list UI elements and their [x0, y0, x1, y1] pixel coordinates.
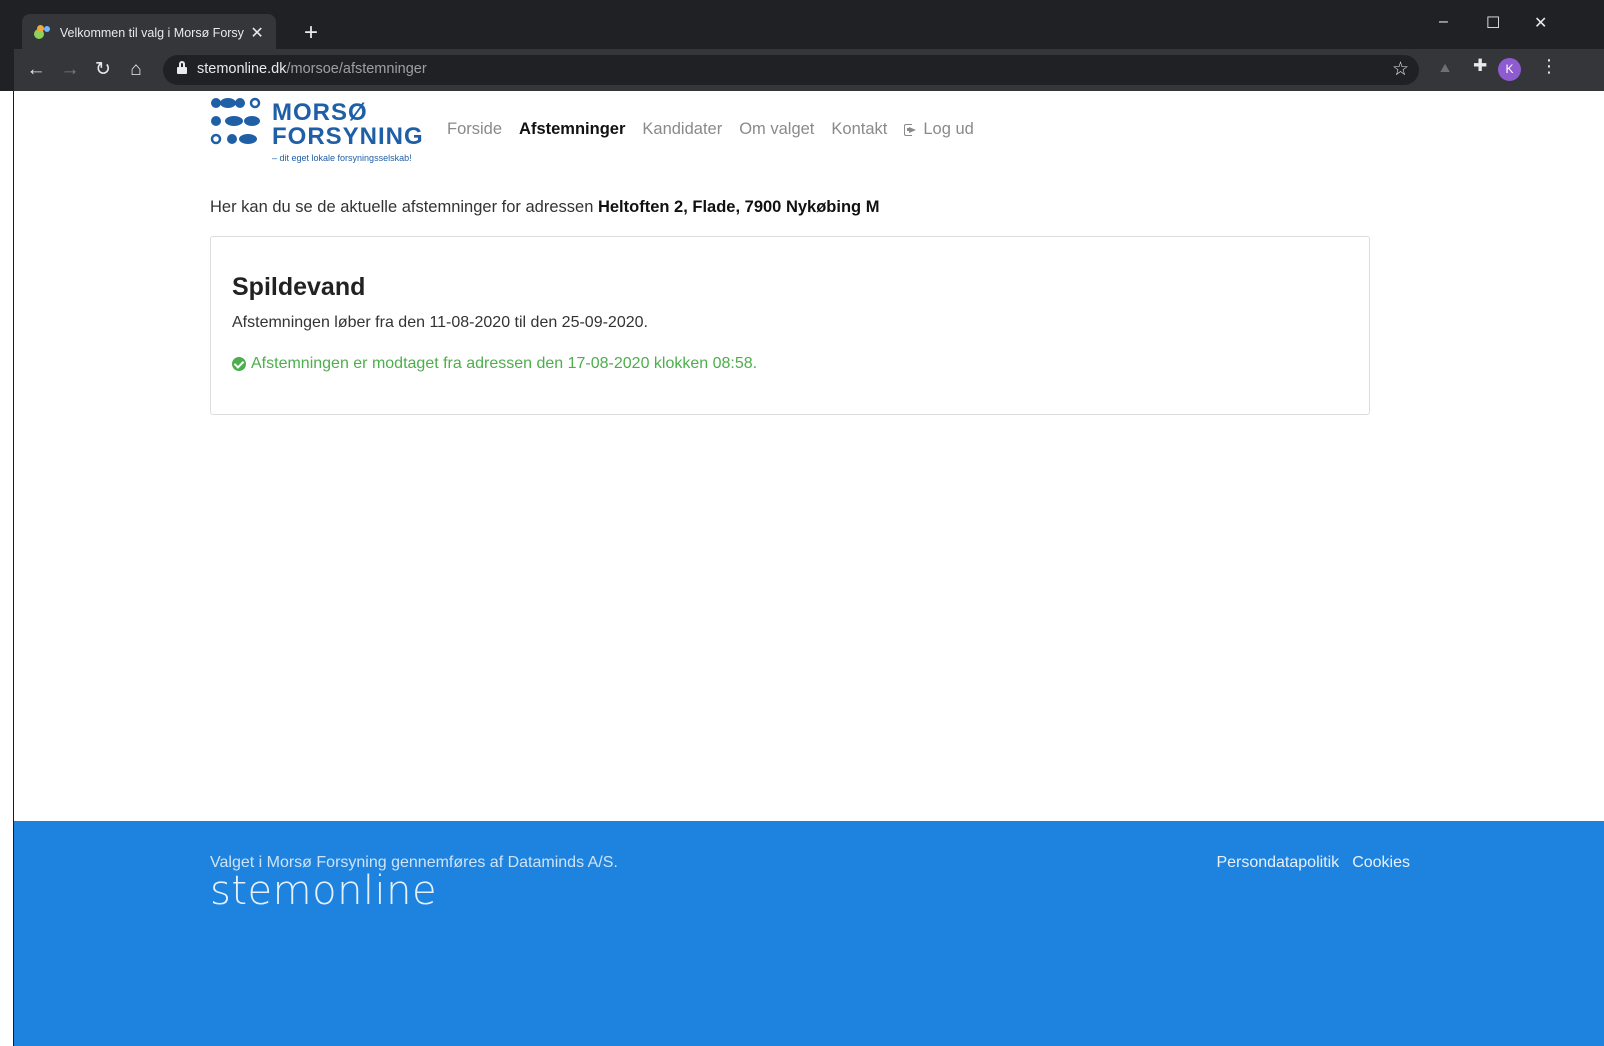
nav-item-kandidater[interactable]: Kandidater — [642, 120, 722, 139]
maximize-icon[interactable]: ☐ — [1486, 13, 1500, 33]
forward-icon[interactable]: → — [57, 58, 83, 84]
tab-close-icon[interactable]: ✕ — [248, 23, 266, 43]
check-circle-icon — [232, 357, 246, 371]
vote-status: Afstemningen er modtaget fra adressen de… — [232, 355, 757, 373]
vote-status-text: Afstemningen er modtaget fra adressen de… — [251, 355, 758, 372]
vote-period: Afstemningen løber fra den 11-08-2020 ti… — [232, 314, 648, 331]
tab-strip: Velkommen til valg i Morsø Forsy ✕ + – ☐… — [14, 5, 1604, 51]
footer: Valget i Morsø Forsyning gennemføres af … — [14, 821, 1604, 1046]
nav-item-forside[interactable]: Forside — [447, 120, 502, 139]
logo-line2: FORSYNING — [272, 123, 424, 150]
bookmark-star-icon[interactable]: ☆ — [1392, 58, 1409, 81]
stemonline-logo[interactable]: stemonline — [210, 868, 437, 914]
browser-toolbar: ← → ↻ ⌂ stemonline.dk/morsoe/afstemninge… — [14, 49, 1604, 91]
address-bar[interactable]: stemonline.dk/morsoe/afstemninger ☆ — [163, 55, 1419, 85]
logo-tagline: – dit eget lokale forsyningsselskab! — [272, 153, 412, 163]
home-icon[interactable]: ⌂ — [123, 58, 149, 84]
logout-icon — [904, 123, 918, 136]
url-text: stemonline.dk/morsoe/afstemninger — [197, 61, 427, 77]
profile-avatar[interactable]: K — [1498, 58, 1521, 81]
address: Heltoften 2, Flade, 7900 Nykøbing M — [597, 198, 880, 216]
browser-chrome: Velkommen til valg i Morsø Forsy ✕ + – ☐… — [0, 0, 1604, 91]
main-nav: Forside Afstemninger Kandidater Om valge… — [447, 120, 991, 139]
browser-tab[interactable]: Velkommen til valg i Morsø Forsy ✕ — [22, 14, 276, 51]
browser-menu-icon[interactable]: ⋮ — [1540, 56, 1558, 77]
reload-icon[interactable]: ↻ — [90, 58, 116, 84]
footer-link-cookies[interactable]: Cookies — [1352, 854, 1410, 872]
logo-dots-icon — [210, 97, 261, 145]
lock-icon — [177, 61, 187, 75]
minimize-icon[interactable]: – — [1439, 13, 1448, 31]
page-content: MORSØ FORSYNING – dit eget lokale forsyn… — [13, 91, 1604, 1046]
intro-text: Her kan du se de aktuelle afstemninger f… — [210, 198, 880, 216]
vote-title: Spildevand — [232, 273, 366, 301]
new-tab-button[interactable]: + — [304, 21, 318, 45]
morsoe-forsyning-logo[interactable]: MORSØ FORSYNING – dit eget lokale forsyn… — [210, 95, 430, 165]
logout-label: Log ud — [923, 120, 974, 138]
favicon-icon — [34, 24, 50, 41]
nav-item-afstemninger[interactable]: Afstemninger — [519, 120, 625, 139]
close-window-icon[interactable]: ✕ — [1534, 13, 1547, 33]
back-icon[interactable]: ← — [23, 58, 49, 84]
footer-link-persondatapolitik[interactable]: Persondatapolitik — [1216, 854, 1339, 872]
vote-card: Spildevand Afstemningen løber fra den 11… — [210, 236, 1370, 415]
extension-icon[interactable]: ⛰ — [1440, 61, 1450, 76]
tab-title: Velkommen til valg i Morsø Forsy — [59, 25, 244, 40]
nav-item-logout[interactable]: Log ud — [904, 120, 974, 139]
nav-item-kontakt[interactable]: Kontakt — [831, 120, 887, 139]
nav-item-om-valget[interactable]: Om valget — [739, 120, 814, 139]
footer-links: Persondatapolitik Cookies — [1216, 854, 1410, 872]
extensions-puzzle-icon[interactable]: ✚ — [1473, 56, 1487, 76]
